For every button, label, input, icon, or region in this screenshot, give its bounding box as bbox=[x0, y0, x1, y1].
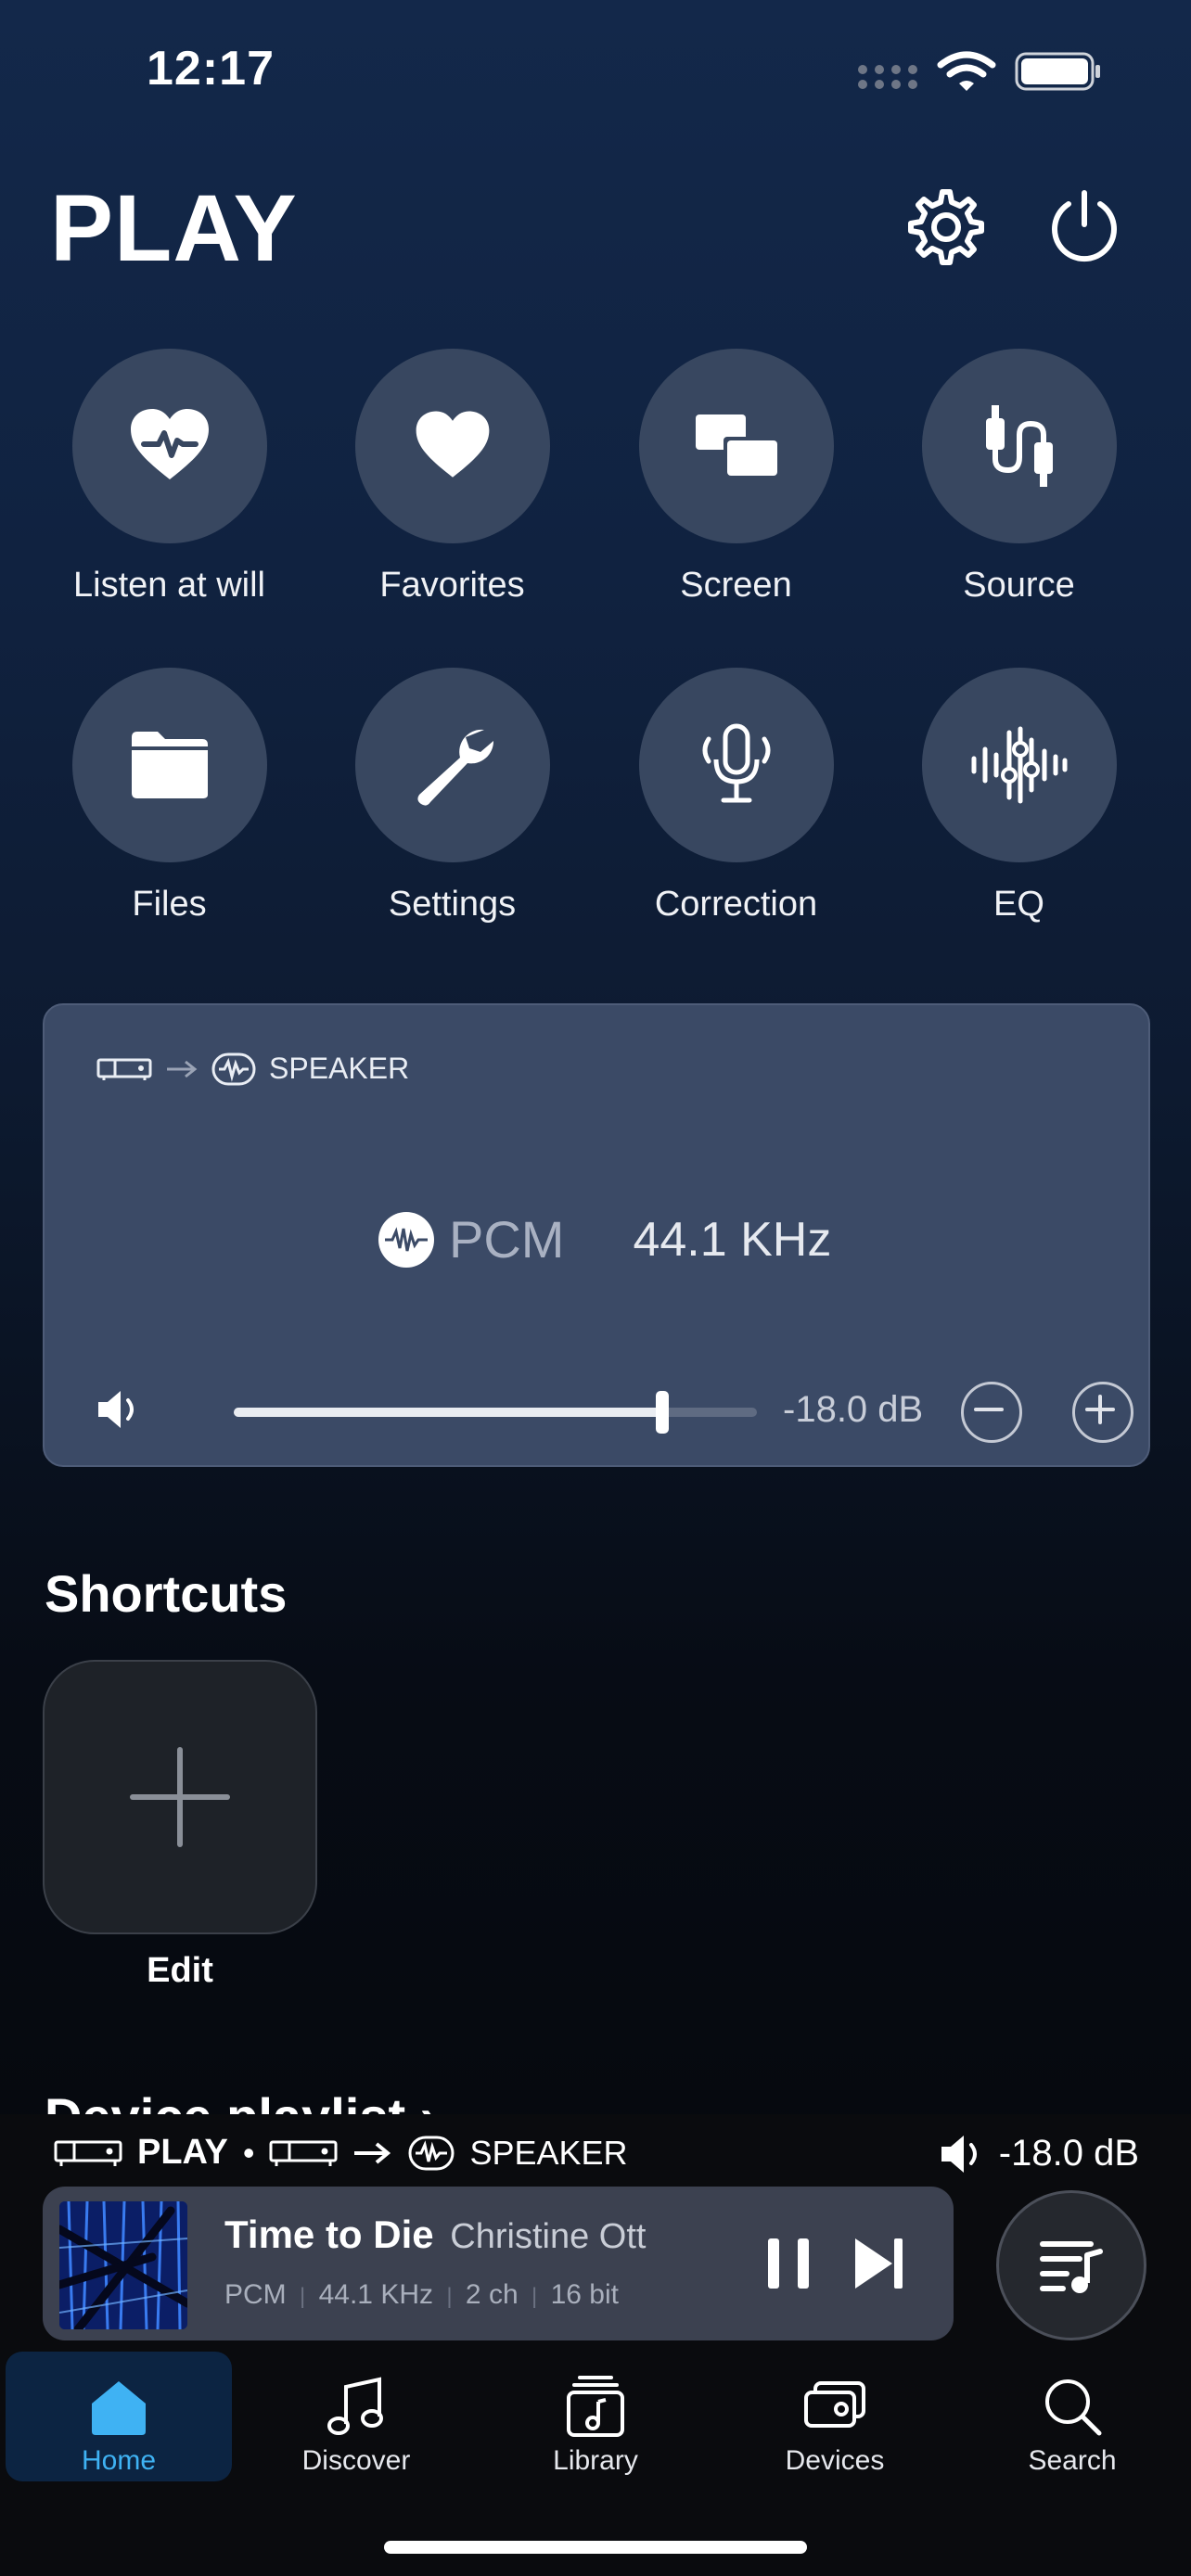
tab-label: Library bbox=[553, 2445, 638, 2476]
tile-label: Listen at will bbox=[73, 566, 265, 605]
shortcuts-heading: Shortcuts bbox=[45, 1564, 288, 1623]
power-icon[interactable] bbox=[1043, 185, 1126, 269]
track-artist: Christine Ott bbox=[450, 2217, 647, 2256]
speaker-volume-icon bbox=[941, 2135, 977, 2173]
tab-devices[interactable]: Devices bbox=[722, 2352, 948, 2481]
volume-row: -18.0 dB bbox=[95, 1372, 1133, 1447]
tab-label: Home bbox=[81, 2445, 157, 2476]
track-format-meta: PCM | 44.1 KHz | 2 ch | 16 bit bbox=[224, 2279, 619, 2310]
volume-db: -18.0 dB bbox=[998, 2133, 1139, 2174]
now-playing-volume[interactable]: -18.0 dB bbox=[940, 2133, 1139, 2174]
microphone-icon bbox=[702, 723, 770, 803]
now-playing-bar bbox=[0, 2114, 1191, 2576]
search-icon bbox=[1045, 2379, 1102, 2436]
pcm-wave-icon bbox=[378, 1211, 434, 1268]
screen-icon bbox=[695, 414, 777, 476]
tab-label: Devices bbox=[785, 2445, 885, 2476]
device-status-card[interactable]: SPEAKER PCM 44.1 KHz -18.0 dB bbox=[43, 1003, 1150, 1467]
favorites-button[interactable]: Favorites bbox=[311, 349, 594, 606]
sample-rate: 44.1 KHz bbox=[633, 1212, 832, 1267]
devices-icon bbox=[804, 2381, 865, 2428]
tab-library[interactable]: Library bbox=[482, 2352, 709, 2481]
page-title: PLAY bbox=[50, 175, 298, 281]
tab-search[interactable]: Search bbox=[959, 2352, 1185, 2481]
tab-label: Search bbox=[1028, 2445, 1117, 2476]
cellular-icon bbox=[858, 65, 917, 89]
tile-label: Settings bbox=[388, 885, 517, 924]
add-shortcut-button[interactable] bbox=[43, 1660, 317, 1934]
tab-bar: Home Discover Library Devices Search bbox=[0, 2352, 1191, 2491]
format-label: PCM bbox=[449, 1210, 565, 1269]
music-note-icon bbox=[327, 2377, 383, 2435]
home-indicator bbox=[384, 2541, 807, 2554]
volume-slider-thumb[interactable] bbox=[656, 1391, 670, 1434]
volume-up-button[interactable] bbox=[1072, 1382, 1133, 1443]
heart-icon bbox=[416, 411, 489, 478]
player-device-icon bbox=[96, 1058, 152, 1080]
correction-button[interactable]: Correction bbox=[595, 668, 877, 925]
route-target-label: SPEAKER bbox=[469, 2133, 628, 2172]
meta-channels: 2 ch bbox=[465, 2279, 519, 2310]
device-playlist-heading[interactable]: Device playlist › bbox=[45, 2086, 437, 2114]
battery-icon bbox=[1015, 52, 1100, 91]
speaker-volume-icon[interactable] bbox=[95, 1387, 147, 1432]
meta-bit-depth: 16 bit bbox=[550, 2279, 619, 2310]
route-separator: • bbox=[242, 2133, 255, 2172]
next-track-icon[interactable] bbox=[846, 2231, 911, 2296]
plus-icon bbox=[130, 1747, 230, 1847]
wrench-icon bbox=[416, 729, 493, 806]
home-icon bbox=[92, 2381, 146, 2435]
listen-at-will-button[interactable]: Listen at will bbox=[28, 349, 311, 606]
arrow-right-icon bbox=[167, 1060, 198, 1078]
volume-db: -18.0 dB bbox=[783, 1389, 924, 1430]
arrow-right-icon bbox=[354, 2141, 391, 2164]
tile-label: EQ bbox=[993, 885, 1044, 924]
volume-slider-fill bbox=[234, 1408, 663, 1417]
pause-icon[interactable] bbox=[757, 2231, 822, 2296]
tab-label: Discover bbox=[301, 2445, 411, 2476]
tile-label: Source bbox=[963, 566, 1075, 605]
format-info: PCM 44.1 KHz bbox=[378, 1209, 831, 1269]
gear-icon[interactable] bbox=[904, 185, 988, 269]
speaker-wave-icon bbox=[408, 2136, 455, 2170]
track-title: Time to Die bbox=[224, 2213, 434, 2256]
equalizer-icon bbox=[971, 726, 1067, 804]
wifi-icon bbox=[937, 51, 996, 91]
route-source-label: PLAY bbox=[137, 2133, 228, 2172]
edit-label: Edit bbox=[147, 1951, 213, 1990]
album-art[interactable] bbox=[59, 2201, 187, 2329]
tile-label: Files bbox=[132, 885, 207, 924]
tile-label: Screen bbox=[680, 566, 792, 605]
settings-button[interactable]: Settings bbox=[311, 668, 594, 925]
tile-label: Correction bbox=[654, 885, 818, 924]
heart-pulse-icon bbox=[130, 409, 209, 479]
mini-player[interactable]: Time to Die Christine Ott PCM | 44.1 KHz… bbox=[43, 2187, 954, 2340]
cable-icon bbox=[985, 405, 1053, 487]
output-route: SPEAKER bbox=[96, 1052, 409, 1086]
plus-icon bbox=[1085, 1395, 1115, 1424]
source-button[interactable]: Source bbox=[877, 349, 1160, 606]
tab-discover[interactable]: Discover bbox=[243, 2352, 469, 2481]
track-info: Time to Die Christine Ott bbox=[224, 2213, 646, 2257]
volume-slider[interactable] bbox=[234, 1391, 757, 1434]
volume-down-button[interactable] bbox=[961, 1382, 1022, 1443]
folder-icon bbox=[131, 732, 208, 798]
playlist-icon bbox=[1040, 2241, 1103, 2293]
player-device-icon bbox=[269, 2140, 338, 2166]
screen-button[interactable]: Screen bbox=[595, 349, 877, 606]
files-button[interactable]: Files bbox=[28, 668, 311, 925]
queue-button[interactable] bbox=[996, 2190, 1146, 2340]
meta-sample-rate: 44.1 KHz bbox=[318, 2279, 433, 2310]
player-device-icon bbox=[54, 2140, 122, 2166]
status-time: 12:17 bbox=[147, 42, 275, 96]
tab-home[interactable]: Home bbox=[6, 2352, 232, 2481]
eq-button[interactable]: EQ bbox=[877, 668, 1160, 925]
meta-format: PCM bbox=[224, 2279, 287, 2310]
library-icon bbox=[567, 2376, 624, 2437]
minus-icon bbox=[974, 1408, 1004, 1411]
tile-label: Favorites bbox=[379, 566, 525, 605]
speaker-wave-icon bbox=[211, 1052, 256, 1085]
route-target-label: SPEAKER bbox=[269, 1052, 410, 1085]
now-playing-route: PLAY • SPEAKER bbox=[54, 2133, 628, 2173]
